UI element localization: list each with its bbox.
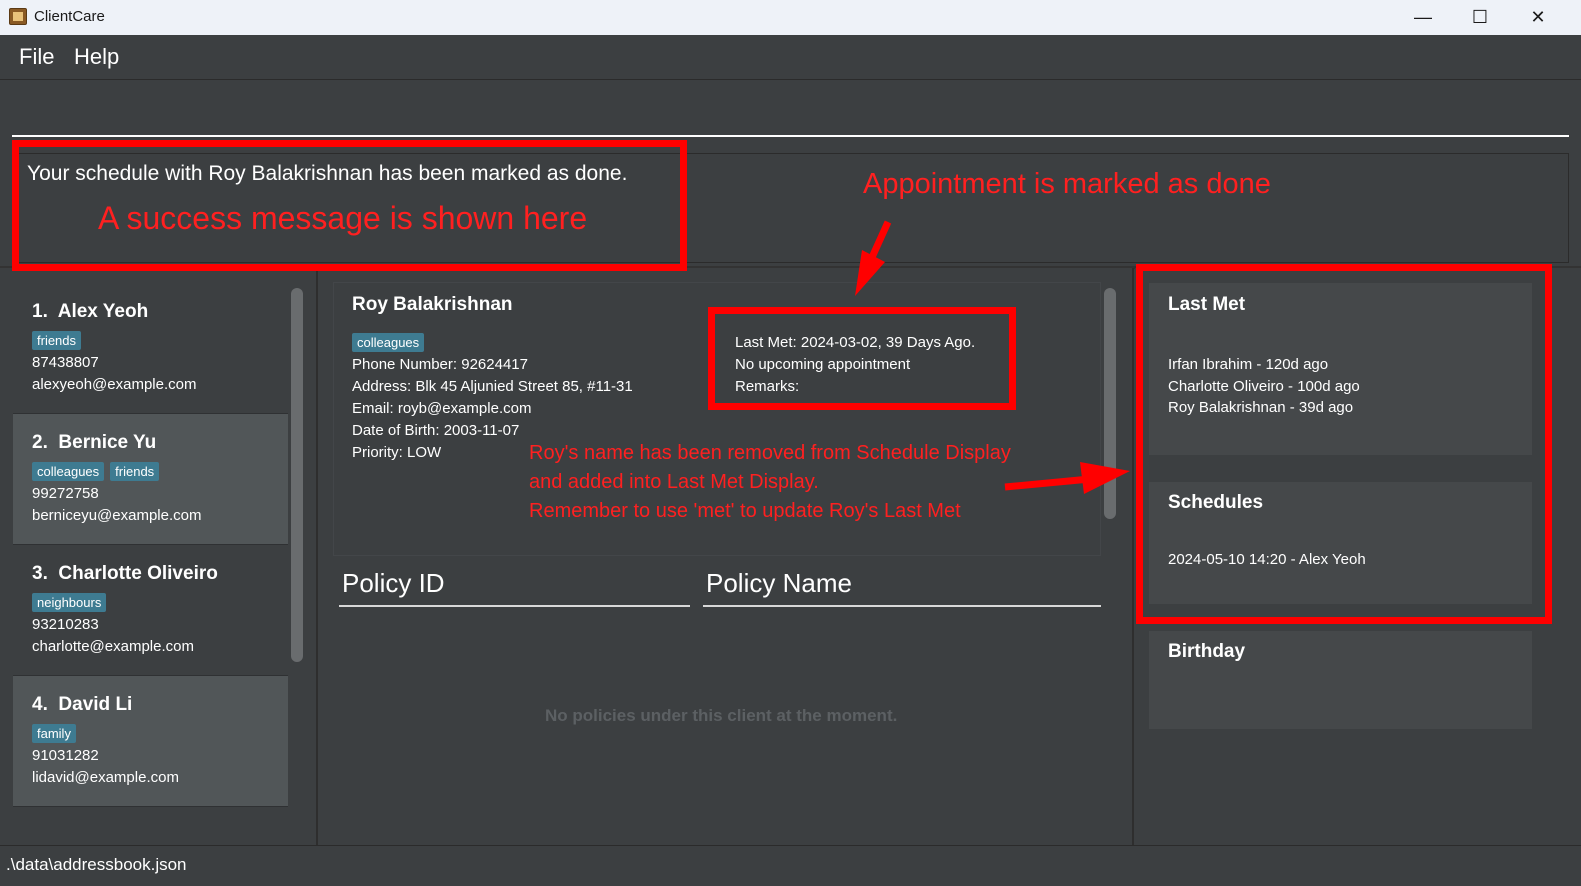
- client-priority: Priority: LOW: [352, 444, 442, 461]
- person-email: alexyeoh@example.com: [32, 376, 197, 393]
- appointment-annotation-box: [708, 307, 1016, 410]
- client-tag: colleagues: [352, 333, 425, 352]
- tag-list: neighbours: [32, 593, 107, 612]
- menu-bar: File Help: [0, 35, 1581, 80]
- person-card[interactable]: 1. Alex Yeoh friends 87438807 alexyeoh@e…: [13, 283, 288, 414]
- policy-name-column-header[interactable]: Policy Name: [703, 568, 1101, 607]
- client-dob: Date of Birth: 2003-11-07: [352, 422, 520, 439]
- app-icon: [9, 8, 27, 25]
- detail-scrollbar[interactable]: [1104, 288, 1116, 519]
- window-title: ClientCare: [34, 8, 105, 25]
- policy-id-column-header[interactable]: Policy ID: [339, 568, 690, 607]
- person-name: 2. Bernice Yu: [32, 432, 157, 453]
- command-box: [0, 81, 1581, 147]
- person-phone: 91031282: [32, 747, 99, 764]
- title-bar: ClientCare — ☐ ✕: [0, 0, 1581, 35]
- menu-help[interactable]: Help: [74, 44, 119, 70]
- schedule-annotation-line: Roy's name has been removed from Schedul…: [529, 442, 1011, 464]
- status-file-path: .\data\addressbook.json: [6, 855, 187, 874]
- close-button[interactable]: ✕: [1509, 0, 1567, 35]
- person-phone: 99272758: [32, 485, 99, 502]
- person-list-scrollbar[interactable]: [291, 288, 303, 662]
- person-name: 3. Charlotte Oliveiro: [32, 563, 218, 584]
- appointment-annotation-text: Appointment is marked as done: [863, 168, 1271, 200]
- person-name: 1. Alex Yeoh: [32, 301, 149, 322]
- tag: friends: [32, 331, 82, 350]
- person-email: berniceyu@example.com: [32, 507, 202, 524]
- client-name: Roy Balakrishnan: [352, 294, 513, 315]
- person-phone: 87438807: [32, 354, 99, 371]
- tag: colleagues: [32, 462, 105, 481]
- success-annotation-text: A success message is shown here: [98, 200, 588, 236]
- person-email: lidavid@example.com: [32, 769, 179, 786]
- tag-list: friends: [32, 331, 82, 350]
- person-card[interactable]: 4. David Li family 91031282 lidavid@exam…: [13, 676, 288, 807]
- right-panel-annotation-box: [1136, 264, 1552, 624]
- tag-list: family: [32, 724, 76, 743]
- client-phone: Phone Number: 92624417: [352, 356, 528, 373]
- person-card[interactable]: 2. Bernice Yu colleagues friends 9927275…: [13, 414, 288, 545]
- tag: neighbours: [32, 593, 107, 612]
- person-email: charlotte@example.com: [32, 638, 194, 655]
- tag: friends: [110, 462, 160, 481]
- person-phone: 93210283: [32, 616, 99, 633]
- birthday-title: Birthday: [1168, 641, 1246, 662]
- maximize-button[interactable]: ☐: [1451, 0, 1509, 35]
- menu-file[interactable]: File: [19, 44, 54, 70]
- tag: family: [32, 724, 76, 743]
- empty-policy-message: No policies under this client at the mom…: [545, 706, 898, 725]
- person-name: 4. David Li: [32, 694, 133, 715]
- status-bar: [0, 845, 1581, 886]
- client-address: Address: Blk 45 Aljunied Street 85, #11-…: [352, 378, 633, 395]
- schedule-annotation-line: Remember to use 'met' to update Roy's La…: [529, 500, 961, 522]
- minimize-button[interactable]: —: [1394, 0, 1452, 35]
- schedule-annotation-line: and added into Last Met Display.: [529, 471, 819, 493]
- tag-list: colleagues friends: [32, 462, 160, 481]
- client-email: Email: royb@example.com: [352, 400, 532, 417]
- person-card[interactable]: 3. Charlotte Oliveiro neighbours 9321028…: [13, 545, 288, 676]
- command-input[interactable]: [12, 91, 1569, 137]
